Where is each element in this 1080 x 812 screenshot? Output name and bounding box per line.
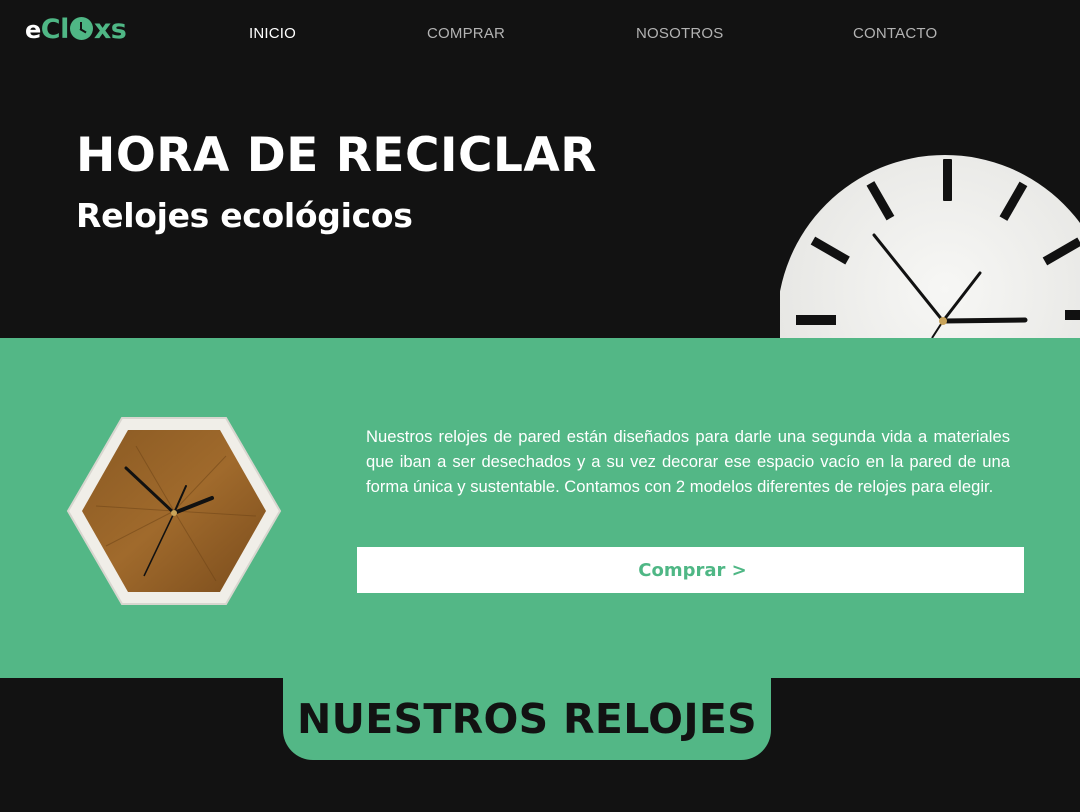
section-header-tab: NUESTROS RELOJES	[283, 678, 771, 760]
hero-subtitle: Relojes ecológicos	[76, 196, 413, 235]
logo-prefix: e	[25, 16, 41, 44]
logo[interactable]: e Cl xs	[25, 14, 127, 50]
logo-name-part1: Cl	[40, 14, 70, 45]
section-title: NUESTROS RELOJES	[296, 695, 758, 743]
logo-name-part2: xs	[93, 14, 127, 45]
hero-title: HORA DE RECICLAR	[76, 128, 597, 183]
nav-comprar[interactable]: COMPRAR	[427, 25, 505, 42]
hexagon-clock-image	[66, 416, 282, 606]
logo-clock-icon	[69, 17, 93, 40]
nav-contacto[interactable]: CONTACTO	[853, 25, 937, 42]
comprar-button[interactable]: Comprar >	[357, 547, 1024, 593]
hero-wall-clock-image	[780, 145, 1080, 338]
nav-inicio[interactable]: INICIO	[249, 25, 296, 42]
intro-description: Nuestros relojes de pared están diseñado…	[366, 427, 1010, 496]
nav-nosotros[interactable]: NOSOTROS	[636, 25, 723, 42]
